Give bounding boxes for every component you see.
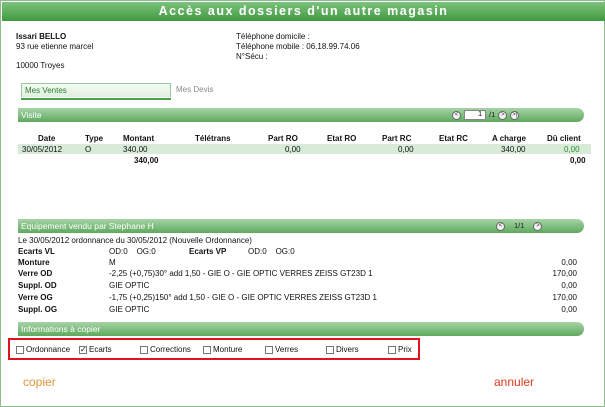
tabs: Mes Ventes Mes Devis (21, 83, 221, 100)
equip-label: Verre OG (18, 293, 53, 302)
row-part-ro: 0,00 (285, 145, 301, 154)
equip-desc: -1,75 (+0,25)150° add 1,50 - GIE O - GIE… (109, 293, 377, 302)
client-city: 10000 Troyes (16, 61, 65, 70)
pager-total: /1 (489, 110, 496, 119)
equip-desc: GIE OPTIC (109, 281, 150, 290)
equip-label: Suppl. OD (18, 281, 57, 290)
equip-price: 0,00 (561, 258, 577, 267)
col-etat-ro: Etat RO (327, 134, 357, 143)
equip-label: Monture (18, 258, 50, 267)
row-type: O (85, 145, 92, 154)
cancel-button[interactable]: annuler (494, 375, 534, 389)
pager-next-button[interactable]: > (498, 110, 508, 120)
checkbox-ecarts[interactable]: ✓ (79, 345, 87, 354)
row-date: 30/05/2012 (22, 145, 63, 154)
option-label: Ecarts (89, 345, 112, 354)
col-date: Date (38, 134, 56, 143)
row-a-charge: 340,00 (501, 145, 526, 154)
pager-prev-button[interactable]: < (452, 110, 461, 120)
equip-price: 170,00 (552, 293, 577, 302)
checkbox-verres[interactable] (265, 345, 273, 354)
equipement-section-bar: Equipement vendu par Stephane H < 1/1 > (18, 219, 584, 233)
checkbox-divers[interactable] (326, 345, 334, 354)
copier-section-title: Informations à copier (21, 324, 101, 334)
pager-page-input[interactable]: 1 (464, 110, 486, 120)
col-du-client: Dû client (547, 134, 581, 143)
option-corrections[interactable]: Corrections (140, 345, 191, 354)
ecarts-vp-label: Ecarts VP (189, 247, 227, 256)
ecarts-vl-label: Ecarts VL (18, 247, 55, 256)
checkbox-ordonnance[interactable] (16, 345, 24, 354)
tab-mes-devis[interactable]: Mes Devis (176, 83, 213, 97)
tab-mes-ventes[interactable]: Mes Ventes (21, 83, 171, 100)
equip-price: 0,00 (561, 305, 577, 314)
visite-pager: < 1 /1 > >| (452, 110, 520, 120)
col-type: Type (85, 134, 104, 143)
ecarts-vl-value: OD:0 OG:0 (109, 247, 156, 256)
option-prix[interactable]: Prix (388, 345, 412, 354)
copy-options-group: Ordonnance ✓ Ecarts Corrections Monture … (8, 338, 420, 360)
secu-number: N°Sécu : (236, 52, 268, 61)
option-verres[interactable]: Verres (265, 345, 298, 354)
row-du-client: 0,00 (564, 145, 580, 154)
col-part-rc: Part RC (382, 134, 412, 143)
phone-mobile: Téléphone mobile : 06.18.99.74.06 (236, 42, 360, 51)
option-label: Verres (275, 345, 299, 354)
option-monture[interactable]: Monture (203, 345, 242, 354)
pager-last-button[interactable]: >| (510, 110, 520, 120)
option-divers[interactable]: Divers (326, 345, 359, 354)
dialog-title: Accès aux dossiers d'un autre magasin (2, 2, 605, 21)
option-label: Divers (336, 345, 359, 354)
total-montant: 340,00 (134, 156, 159, 165)
checkbox-monture[interactable] (203, 345, 211, 354)
ecarts-vp-value: OD:0 OG:0 (248, 247, 295, 256)
copier-section-bar: Informations à copier (18, 322, 584, 336)
copy-button[interactable]: copier (23, 375, 56, 389)
equip-desc: -2,25 (+0,75)30° add 1,50 - GIE O - GIE … (109, 269, 373, 278)
ordonnance-info: Le 30/05/2012 ordonnance du 30/05/2012 (… (18, 236, 252, 245)
option-label: Ordonnance (26, 345, 71, 354)
equipement-section-title: Equipement vendu par Stephane H (21, 221, 154, 231)
client-address: 93 rue etienne marcel (16, 42, 94, 51)
equip-desc: M (109, 258, 116, 267)
equip-price: 0,00 (561, 281, 577, 290)
equip-next-button[interactable]: > (533, 221, 543, 231)
client-name: Issari BELLO (16, 32, 67, 41)
option-label: Corrections (150, 345, 191, 354)
option-label: Prix (398, 345, 412, 354)
col-a-charge: A charge (492, 134, 526, 143)
row-montant: 340,00 (123, 145, 148, 154)
total-du-client: 0,00 (570, 156, 586, 165)
equip-prev-button[interactable]: < (496, 221, 505, 231)
phone-home: Téléphone domicile : (236, 32, 310, 41)
equip-page-text: 1/1 (514, 221, 525, 230)
equip-price: 170,00 (552, 269, 577, 278)
visite-section-bar: Visite < 1 /1 > >| (18, 108, 584, 122)
dialog-window: Accès aux dossiers d'un autre magasin Is… (0, 0, 605, 407)
equip-desc: GIE OPTIC (109, 305, 150, 314)
col-part-ro: Part RO (268, 134, 298, 143)
checkbox-prix[interactable] (388, 345, 396, 354)
col-montant: Montant (123, 134, 155, 143)
equip-label: Suppl. OG (18, 305, 58, 314)
visite-section-title: Visite (21, 110, 42, 120)
option-label: Monture (213, 345, 243, 354)
equipement-pager: < 1/1 > (496, 221, 543, 231)
option-ordonnance[interactable]: Ordonnance (16, 345, 70, 354)
col-etat-rc: Etat RC (439, 134, 468, 143)
checkbox-corrections[interactable] (140, 345, 148, 354)
col-teletrans: Télétrans (195, 134, 231, 143)
row-part-rc: 0,00 (398, 145, 414, 154)
equip-label: Verre OD (18, 269, 53, 278)
option-ecarts[interactable]: ✓ Ecarts (79, 345, 112, 354)
